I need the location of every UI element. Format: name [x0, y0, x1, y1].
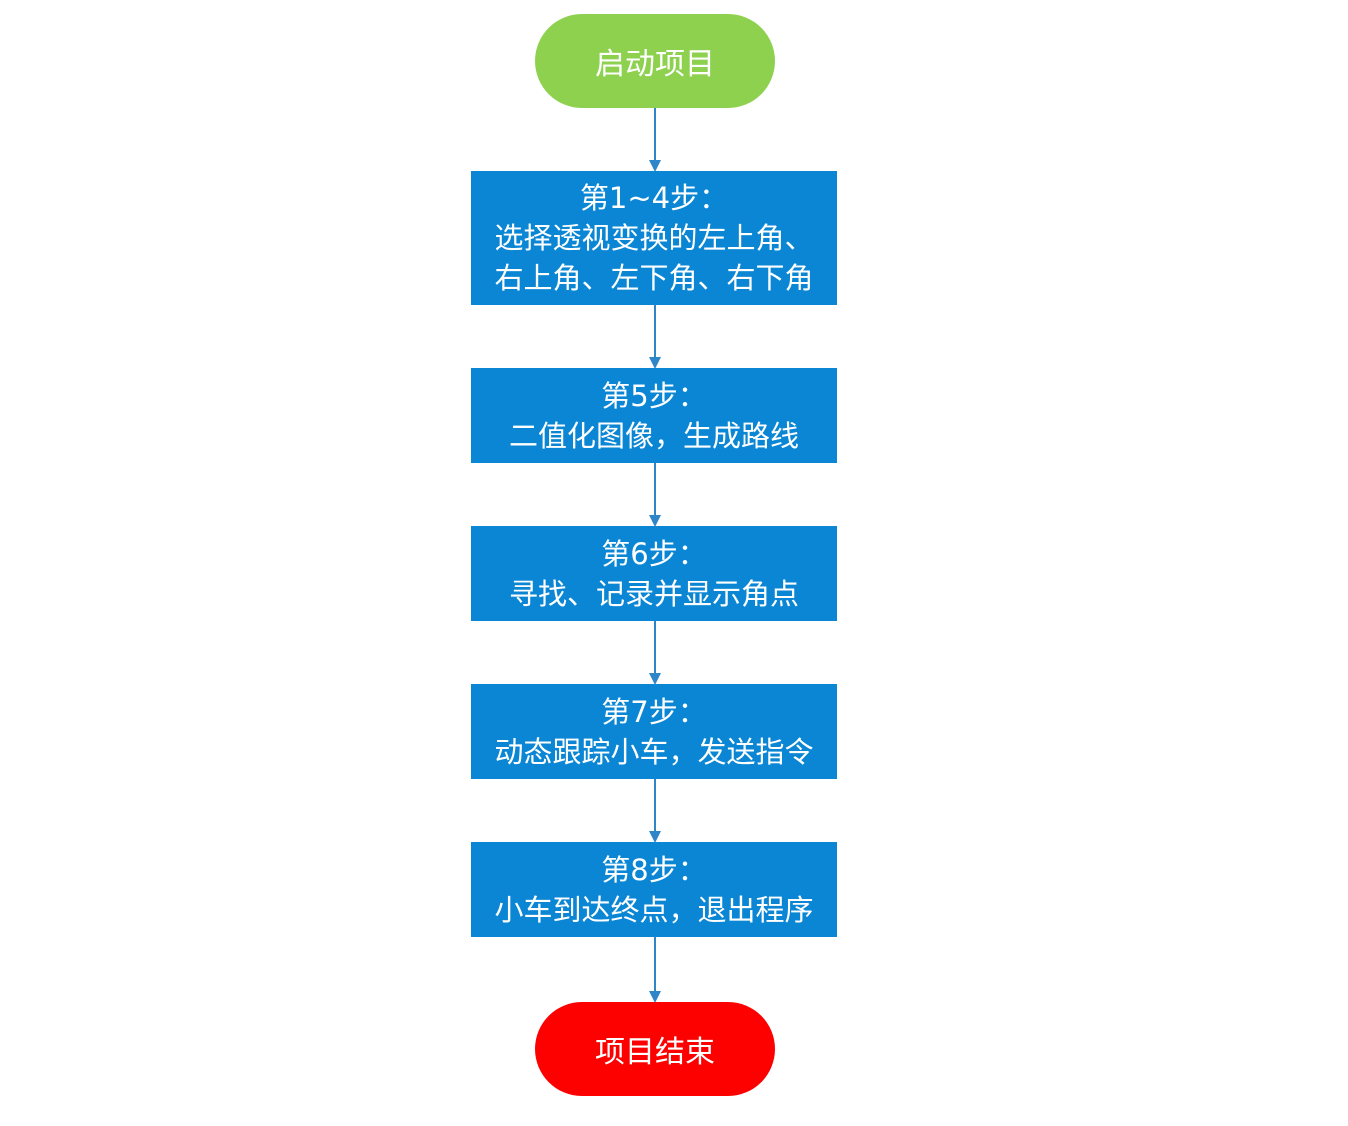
step-5-line-2: 小车到达终点，退出程序: [494, 892, 814, 927]
step-3-title: 第6步：: [601, 536, 707, 571]
step-1-line-3: 右上角、左下角、右下角: [494, 261, 814, 295]
step-1-title: 第1~4步：: [579, 181, 729, 215]
process-step-2: 第5步： 二值化图像，生成路线: [471, 368, 837, 463]
process-step-3: 第6步： 寻找、记录并显示角点: [471, 526, 837, 621]
start-terminal: 启动项目: [535, 14, 775, 108]
start-label: 启动项目: [595, 47, 715, 82]
step-5-title: 第8步：: [601, 852, 707, 887]
end-label: 项目结束: [595, 1035, 715, 1070]
process-step-1: 第1~4步： 选择透视变换的左上角、 右上角、左下角、右下角: [471, 171, 837, 305]
process-step-5: 第8步： 小车到达终点，退出程序: [471, 842, 837, 937]
step-2-line-2: 二值化图像，生成路线: [508, 418, 799, 453]
step-4-line-2: 动态跟踪小车，发送指令: [494, 734, 814, 769]
step-4-title: 第7步：: [601, 694, 707, 729]
step-2-title: 第5步：: [601, 378, 707, 413]
process-step-4: 第7步： 动态跟踪小车，发送指令: [471, 684, 837, 779]
step-1-line-2: 选择透视变换的左上角、: [494, 221, 814, 255]
end-terminal: 项目结束: [535, 1002, 775, 1096]
step-3-line-2: 寻找、记录并显示角点: [508, 576, 799, 611]
